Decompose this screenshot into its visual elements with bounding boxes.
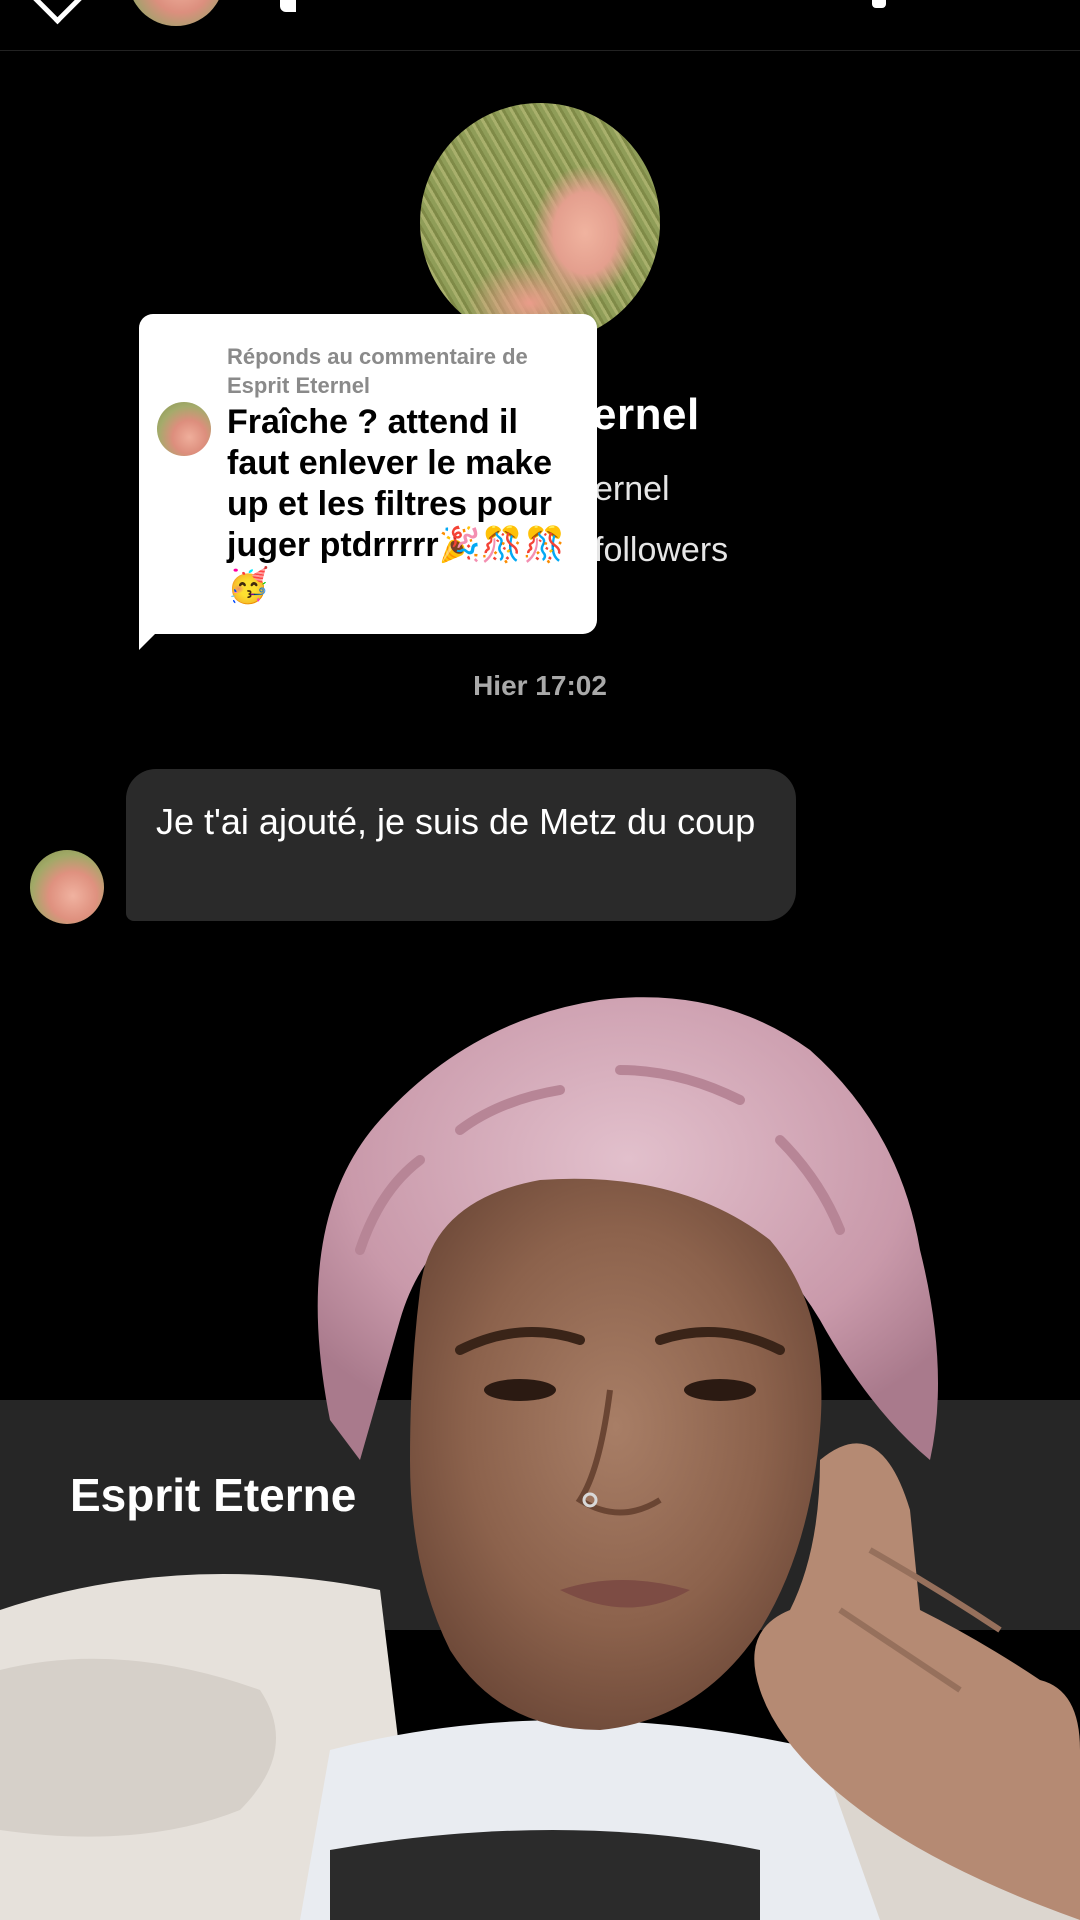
message-bubble[interactable]: Je t'ai ajouté, je suis de Metz du coup (126, 769, 796, 921)
header-avatar[interactable] (128, 0, 224, 26)
reply-comment-card: Réponds au commentaire de Esprit Eternel… (139, 314, 597, 634)
reply-comment-text: Fraîche ? attend il faut enlever le make… (227, 403, 566, 605)
profile-followers: followers (594, 531, 729, 569)
bottom-panel: Esprit Eterne (0, 1400, 1080, 1630)
bottom-panel-name: Esprit Eterne (70, 1469, 357, 1521)
chat-screen: ernel ernel followers Réponds au comment… (0, 0, 1080, 1920)
reply-card-tail (139, 620, 169, 650)
profile-avatar[interactable] (420, 103, 660, 343)
profile-name: ernel (592, 390, 700, 439)
header-action-fragment[interactable] (872, 0, 886, 8)
chat-header (0, 0, 1080, 51)
message-timestamp: Hier 17:02 (473, 670, 607, 701)
reply-caption: Réponds au commentaire de Esprit Eternel (227, 344, 528, 398)
message-text: Je t'ai ajouté, je suis de Metz du coup (156, 801, 756, 842)
chevron-left-icon[interactable] (32, 0, 83, 25)
commenter-avatar (157, 402, 211, 456)
profile-handle: ernel (594, 470, 670, 508)
header-name-fragment[interactable] (280, 0, 296, 12)
sender-avatar[interactable] (30, 850, 104, 924)
